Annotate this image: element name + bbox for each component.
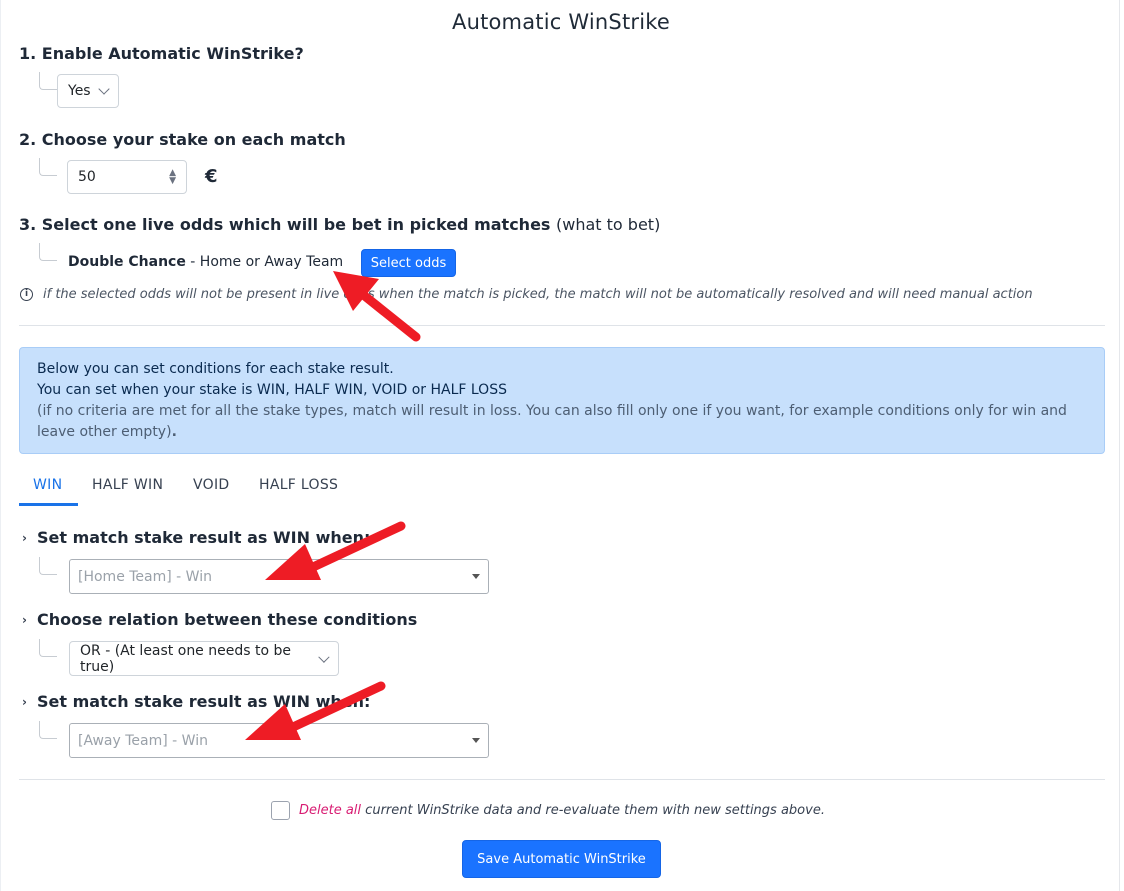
alert-line3: (if no criteria are met for all the stak…	[37, 401, 1087, 443]
step1-label: 1. Enable Automatic WinStrike?	[19, 44, 304, 63]
stake-input-value: 50	[78, 169, 96, 185]
chevron-right-icon[interactable]: ›	[22, 531, 27, 545]
currency-symbol: €	[205, 166, 218, 187]
step3-label-bold: 3. Select one live odds which will be be…	[19, 215, 551, 234]
delete-all-label: Delete all current WinStrike data and re…	[299, 803, 825, 818]
relation-heading[interactable]: Choose relation between these conditions	[37, 610, 417, 629]
stake-input[interactable]: 50 ▲ ▼	[67, 160, 187, 194]
tree-connector	[39, 243, 57, 261]
settings-panel: Automatic WinStrike 1. Enable Automatic …	[0, 0, 1120, 891]
win-condition-value: [Home Team] - Win	[78, 568, 212, 585]
step2-label: 2. Choose your stake on each match	[19, 130, 346, 149]
step3-label: 3. Select one live odds which will be be…	[19, 215, 660, 234]
annotation-arrow-icon	[245, 681, 386, 740]
chevron-down-icon	[98, 83, 110, 95]
page-title: Automatic WinStrike	[452, 10, 670, 34]
tab-void[interactable]: VOID	[193, 477, 229, 493]
tab-win[interactable]: WIN	[33, 477, 62, 493]
tree-connector	[39, 72, 57, 90]
relation-select[interactable]: OR - (At least one needs to be true)	[69, 641, 339, 676]
chevron-right-icon[interactable]: ›	[22, 613, 27, 627]
chevron-right-icon[interactable]: ›	[22, 695, 27, 709]
delete-all-description: current WinStrike data and re-evaluate t…	[361, 803, 825, 818]
stepper-icon[interactable]: ▲ ▼	[169, 169, 176, 186]
tree-connector	[39, 639, 57, 657]
tree-connector	[39, 158, 57, 176]
step3-label-hint: (what to bet)	[556, 215, 661, 234]
active-tab-indicator	[19, 503, 78, 506]
delete-all-link[interactable]: Delete all	[299, 803, 361, 818]
annotation-arrow-icon	[333, 271, 421, 342]
tab-half-loss[interactable]: HALF LOSS	[259, 477, 338, 493]
save-button[interactable]: Save Automatic WinStrike	[462, 840, 661, 878]
alert-line1: Below you can set conditions for each st…	[37, 361, 394, 377]
alert-line3-end: .	[171, 424, 177, 440]
alert-line2: You can set when your stake is WIN, HALF…	[37, 382, 507, 398]
dropdown-arrow-icon	[472, 574, 480, 579]
delete-all-checkbox[interactable]	[271, 801, 290, 820]
dropdown-arrow-icon	[472, 738, 480, 743]
info-alert: Below you can set conditions for each st…	[19, 347, 1105, 454]
info-icon: i	[20, 288, 33, 301]
divider	[19, 325, 1105, 326]
win-condition-value-2: [Away Team] - Win	[78, 732, 208, 749]
tree-connector	[39, 557, 57, 575]
enable-select[interactable]: Yes	[57, 74, 119, 108]
relation-select-value: OR - (At least one needs to be true)	[80, 642, 291, 675]
chevron-down-icon	[318, 651, 330, 662]
odds-selection: - Home or Away Team	[185, 254, 344, 270]
tree-connector	[39, 721, 57, 739]
odds-note: if the selected odds will not be present…	[43, 287, 1033, 302]
odds-market: Double Chance	[68, 254, 186, 270]
alert-line3-part1: (if no criteria are met for all the stak…	[37, 403, 1067, 440]
alert-line3-part2: other empty)	[79, 424, 172, 440]
divider	[19, 779, 1105, 780]
enable-select-value: Yes	[68, 83, 91, 99]
selected-odds: Double Chance - Home or Away Team	[68, 254, 343, 270]
annotation-arrow-icon	[265, 521, 406, 580]
tab-half-win[interactable]: HALF WIN	[92, 477, 163, 493]
